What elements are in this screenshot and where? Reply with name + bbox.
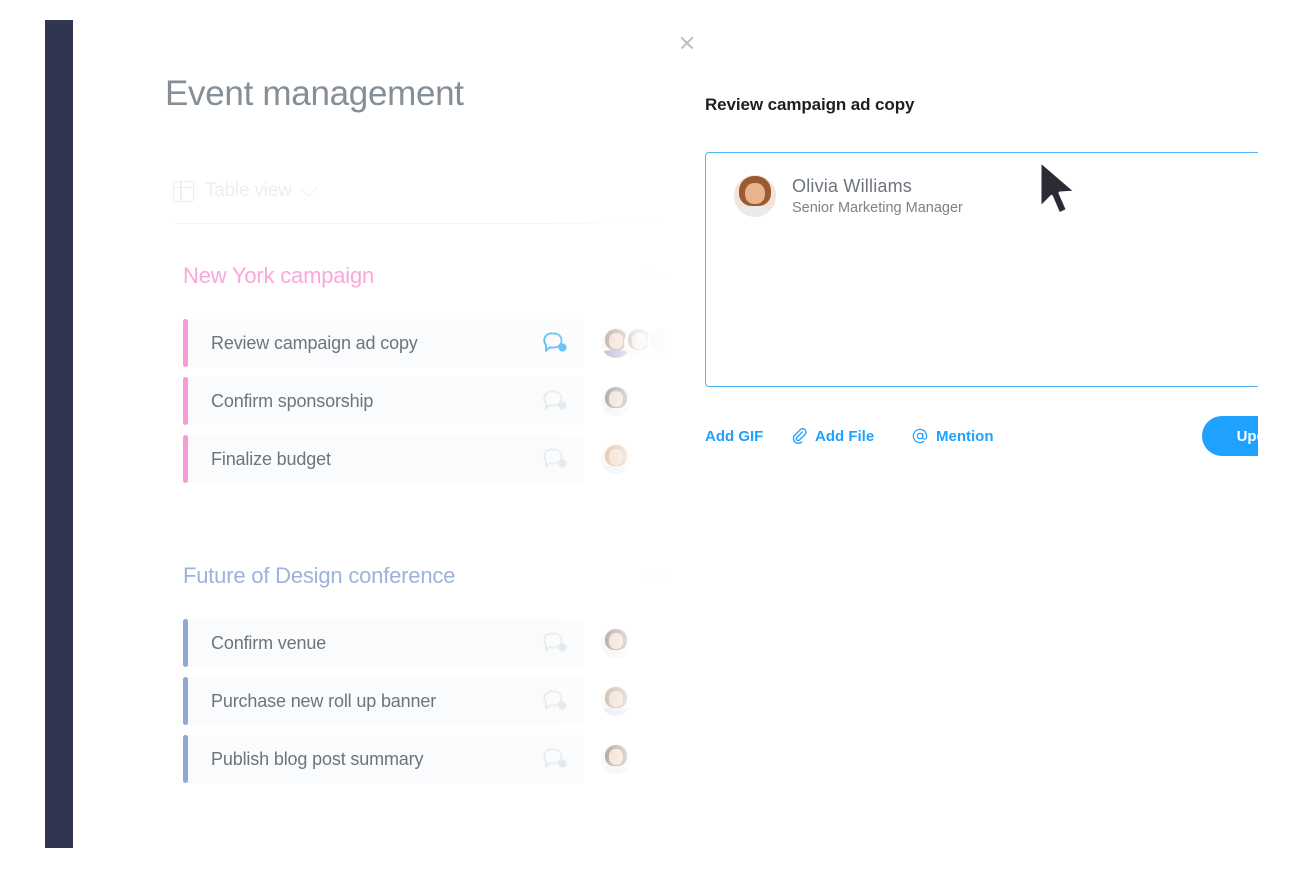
mention-user-name: Olivia Williams [792, 176, 912, 196]
avatar [734, 175, 776, 217]
mention-label: Mention [936, 427, 994, 445]
task-detail-panel: Review campaign ad copy Olivia Williams … [673, 20, 1258, 848]
mention-user-role: Senior Marketing Manager [792, 200, 963, 216]
update-button[interactable]: Update [1202, 416, 1258, 456]
avatar [601, 686, 631, 716]
task-label: Publish blog post summary [211, 749, 424, 769]
avatar-stack [601, 328, 673, 358]
owner-cell[interactable] [601, 319, 673, 367]
table-grid-icon [173, 180, 194, 202]
comment-bubble-icon[interactable] [543, 389, 569, 413]
add-gif-label: Add GIF [705, 427, 764, 445]
column-header-owner: Owner [641, 267, 673, 283]
comment-input-box[interactable]: Olivia Williams Senior Marketing Manager [705, 152, 1258, 387]
avatar-stack [601, 686, 631, 716]
app-window: Event management Table view New York cam… [45, 20, 1258, 848]
table-row[interactable]: Publish blog post summary [183, 735, 583, 783]
group-title[interactable]: Future of Design conference [183, 563, 455, 589]
group-title[interactable]: New York campaign [183, 263, 374, 289]
board-panel: Event management Table view New York cam… [73, 20, 673, 848]
owner-cell[interactable] [601, 677, 631, 725]
mention-chip: Olivia Williams Senior Marketing Manager [734, 175, 963, 217]
close-icon[interactable] [676, 32, 698, 54]
column-header-owner: Owner [641, 567, 673, 583]
at-sign-icon [912, 428, 928, 444]
table-row[interactable]: Review campaign ad copy [183, 319, 583, 367]
owner-cell[interactable] [601, 735, 631, 783]
comment-bubble-icon[interactable] [543, 331, 569, 355]
avatar [601, 744, 631, 774]
avatar [601, 386, 631, 416]
row-accent-bar [183, 377, 188, 425]
add-gif-button[interactable]: Add GIF [705, 416, 763, 456]
owner-cell[interactable] [601, 377, 631, 425]
task-label: Purchase new roll up banner [211, 691, 437, 711]
nav-rail [45, 20, 73, 848]
row-accent-bar [183, 319, 188, 367]
avatar [647, 328, 673, 358]
avatar-stack [601, 744, 631, 774]
row-accent-bar [183, 435, 188, 483]
table-row[interactable]: Confirm venue [183, 619, 583, 667]
owner-cell[interactable] [601, 619, 631, 667]
task-label: Review campaign ad copy [211, 333, 418, 353]
avatar [601, 444, 631, 474]
avatar-stack [601, 444, 631, 474]
task-label: Finalize budget [211, 449, 331, 469]
owner-cell[interactable] [601, 435, 631, 483]
divider [173, 223, 673, 224]
view-switcher-label: Table view [205, 180, 292, 201]
chevron-down-icon [300, 179, 318, 197]
comment-bubble-icon[interactable] [543, 447, 569, 471]
mention-button[interactable]: Mention [911, 416, 994, 456]
table-row[interactable]: Confirm sponsorship [183, 377, 583, 425]
row-accent-bar [183, 619, 188, 667]
comment-bubble-icon[interactable] [543, 747, 569, 771]
table-row[interactable]: Purchase new roll up banner [183, 677, 583, 725]
page-title: Event management [165, 74, 464, 113]
add-file-label: Add File [815, 427, 875, 445]
task-detail-title: Review campaign ad copy [705, 95, 915, 114]
avatar-stack [601, 628, 631, 658]
view-switcher[interactable]: Table view [173, 178, 318, 204]
table-row[interactable]: Finalize budget [183, 435, 583, 483]
comment-bubble-icon[interactable] [543, 631, 569, 655]
task-label: Confirm venue [211, 633, 327, 653]
avatar [601, 628, 631, 658]
row-accent-bar [183, 735, 188, 783]
comment-action-bar: Add GIF Add File Mention Update [705, 416, 1258, 456]
avatar-stack [601, 386, 631, 416]
task-label: Confirm sponsorship [211, 391, 374, 411]
paperclip-icon [792, 428, 807, 445]
comment-bubble-icon[interactable] [543, 689, 569, 713]
row-accent-bar [183, 677, 188, 725]
add-file-button[interactable]: Add File [790, 416, 874, 456]
